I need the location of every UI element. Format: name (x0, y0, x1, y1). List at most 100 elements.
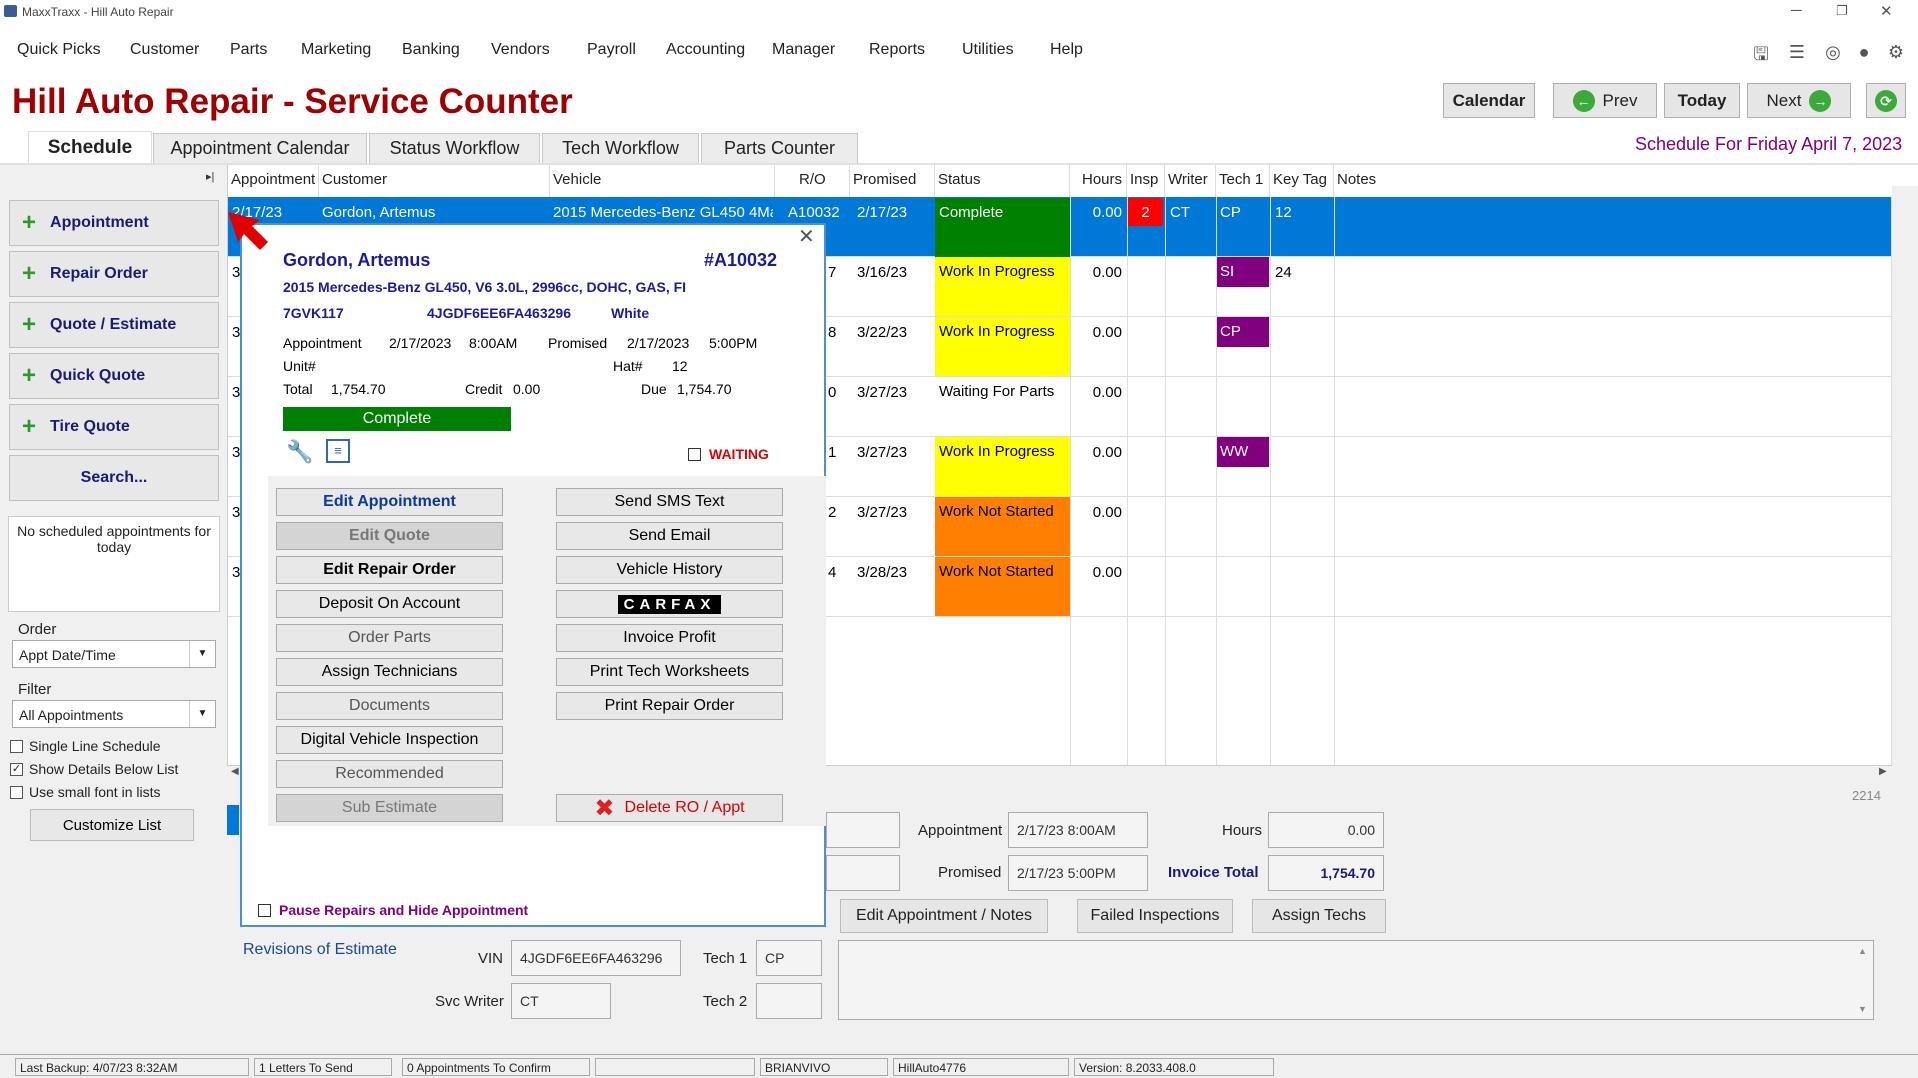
calendar-button[interactable]: Calendar (1443, 83, 1535, 118)
carfax-button[interactable]: CARFAX (556, 590, 783, 618)
edit-quote-button[interactable]: Edit Quote (276, 522, 503, 550)
tab-appointment-calendar[interactable]: Appointment Calendar (153, 133, 367, 163)
today-button[interactable]: Today (1664, 83, 1740, 118)
edit-repair-order-button[interactable]: Edit Repair Order (276, 556, 503, 584)
send-sms-button[interactable]: Send SMS Text (556, 488, 783, 516)
waiting-checkbox[interactable] (688, 448, 701, 461)
menu-parts[interactable]: Parts (230, 41, 267, 59)
customize-list-button[interactable]: Customize List (30, 809, 194, 841)
quick-quote-button[interactable]: + Quick Quote (9, 353, 219, 399)
checkbox-box[interactable]: ✓ (10, 762, 23, 776)
print-repair-order-button[interactable]: Print Repair Order (556, 692, 783, 720)
letters-to-send[interactable]: 1 Letters To Send (254, 1058, 392, 1076)
scroll-down-icon[interactable]: ▼ (1858, 1004, 1867, 1014)
gear-icon[interactable]: ⚙ (1885, 42, 1907, 64)
show-details-checkbox[interactable]: ✓ Show Details Below List (10, 761, 178, 777)
revisions-link[interactable]: Revisions of Estimate (243, 941, 397, 959)
menu-banking[interactable]: Banking (402, 41, 460, 59)
detail-hours-field[interactable]: 0.00 (1268, 812, 1384, 848)
tire-quote-button[interactable]: + Tire Quote (9, 404, 219, 450)
assign-techs-button[interactable]: Assign Techs (1252, 899, 1386, 933)
menu-marketing[interactable]: Marketing (301, 41, 371, 59)
delete-ro-appt-button[interactable]: ✖ Delete RO / Appt (556, 794, 783, 822)
restore-icon[interactable]: ❐ (1836, 3, 1848, 19)
svc-writer-field[interactable]: CT (511, 983, 611, 1019)
scroll-right-icon[interactable]: ▶ (1879, 766, 1887, 777)
col-promised[interactable]: Promised (850, 165, 935, 197)
detail-promised-field[interactable]: 2/17/23 5:00PM (1008, 855, 1148, 891)
wrench-icon[interactable]: 🔧 (286, 439, 313, 465)
col-writer[interactable]: Writer (1165, 165, 1216, 197)
tab-schedule[interactable]: Schedule (28, 131, 152, 163)
detail-field-blank[interactable] (826, 812, 900, 848)
prev-button[interactable]: ← Prev (1553, 83, 1657, 118)
menu-reports[interactable]: Reports (869, 41, 925, 59)
scroll-up-icon[interactable]: ▲ (1858, 946, 1867, 956)
recommended-button[interactable]: Recommended (276, 760, 503, 788)
tech2-field[interactable] (756, 983, 822, 1019)
col-key-tag[interactable]: Key Tag (1270, 165, 1334, 197)
order-select[interactable]: Appt Date/Time ▼ (12, 640, 216, 668)
detail-appt-field[interactable]: 2/17/23 8:00AM (1008, 812, 1148, 848)
col-vehicle[interactable]: Vehicle (550, 165, 775, 197)
collapse-icon[interactable]: ▸| (206, 170, 214, 183)
col-status[interactable]: Status (935, 165, 1070, 197)
send-email-button[interactable]: Send Email (556, 522, 783, 550)
assign-technicians-button[interactable]: Assign Technicians (276, 658, 503, 686)
menu-manager[interactable]: Manager (772, 41, 835, 59)
user-icon[interactable]: ● (1853, 42, 1875, 64)
next-button[interactable]: Next → (1747, 83, 1851, 118)
popup-customer-name[interactable]: Gordon, Artemus (283, 250, 430, 271)
order-parts-button[interactable]: Order Parts (276, 624, 503, 652)
popup-status-bar[interactable]: Complete (283, 407, 511, 431)
print-tech-worksheets-button[interactable]: Print Tech Worksheets (556, 658, 783, 686)
repair-order-button[interactable]: + Repair Order (9, 251, 219, 297)
deposit-on-account-button[interactable]: Deposit On Account (276, 590, 503, 618)
save-icon[interactable]: 🖫 (1750, 42, 1772, 64)
appointments-to-confirm[interactable]: 0 Appointments To Confirm (402, 1058, 590, 1076)
menu-utilities[interactable]: Utilities (962, 41, 1014, 59)
refresh-button[interactable]: ⟳ (1866, 83, 1906, 118)
col-tech1[interactable]: Tech 1 (1216, 165, 1270, 197)
col-customer[interactable]: Customer (319, 165, 550, 197)
close-popup-icon[interactable]: ✕ (798, 224, 815, 249)
logo-icon[interactable]: ◎ (1822, 42, 1844, 64)
documents-button[interactable]: Documents (276, 692, 503, 720)
menu-accounting[interactable]: Accounting (666, 41, 745, 59)
single-line-checkbox[interactable]: Single Line Schedule (10, 738, 161, 754)
list-icon[interactable]: ☰ (1786, 42, 1808, 64)
search-button[interactable]: Search... (9, 455, 219, 501)
sub-estimate-button[interactable]: Sub Estimate (276, 794, 503, 822)
tab-parts-counter[interactable]: Parts Counter (701, 133, 858, 163)
popup-ro-number[interactable]: #A10032 (704, 250, 777, 271)
invoice-profit-button[interactable]: Invoice Profit (556, 624, 783, 652)
tab-tech-workflow[interactable]: Tech Workflow (542, 133, 699, 163)
checklist-icon[interactable]: ≡ (326, 439, 350, 463)
filter-select[interactable]: All Appointments ▼ (12, 700, 216, 728)
vehicle-history-button[interactable]: Vehicle History (556, 556, 783, 584)
col-hours[interactable]: Hours (1070, 165, 1127, 197)
col-ro[interactable]: R/O (775, 165, 850, 197)
tab-status-workflow[interactable]: Status Workflow (369, 133, 540, 163)
menu-payroll[interactable]: Payroll (587, 41, 636, 59)
close-icon[interactable]: ✕ (1880, 2, 1893, 20)
menu-customer[interactable]: Customer (130, 41, 199, 59)
scroll-left-icon[interactable]: ◀ (231, 766, 239, 777)
notes-textarea[interactable] (838, 940, 1874, 1020)
appointment-button[interactable]: + Appointment (9, 200, 219, 246)
detail-invoice-field[interactable]: 1,754.70 (1268, 855, 1384, 891)
col-insp[interactable]: Insp (1127, 165, 1165, 197)
vin-field[interactable]: 4JGDF6EE6FA463296 (511, 940, 681, 976)
checkbox-box[interactable] (10, 739, 23, 753)
menu-quick-picks[interactable]: Quick Picks (17, 41, 101, 59)
minimize-icon[interactable]: ─ (1791, 2, 1802, 19)
digital-vehicle-inspection-button[interactable]: Digital Vehicle Inspection (276, 726, 503, 754)
menu-help[interactable]: Help (1050, 41, 1083, 59)
failed-inspections-button[interactable]: Failed Inspections (1077, 899, 1233, 933)
small-font-checkbox[interactable]: Use small font in lists (10, 784, 160, 800)
checkbox-box[interactable] (10, 785, 23, 799)
pause-checkbox[interactable] (258, 904, 271, 917)
tech1-field[interactable]: CP (756, 940, 822, 976)
quote-estimate-button[interactable]: + Quote / Estimate (9, 302, 219, 348)
edit-appointment-notes-button[interactable]: Edit Appointment / Notes (840, 899, 1048, 933)
